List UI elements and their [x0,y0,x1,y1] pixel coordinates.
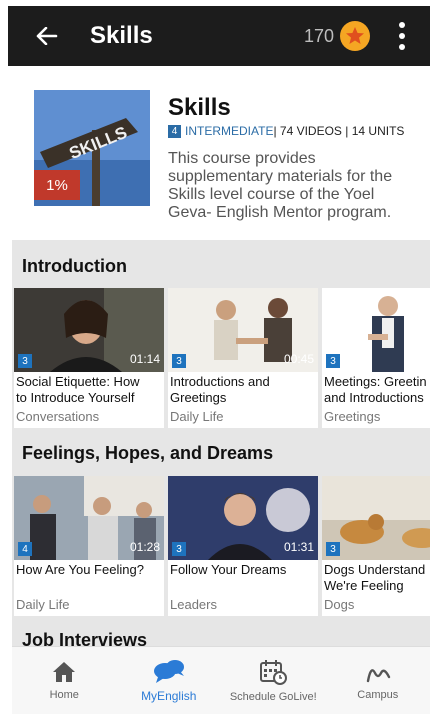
more-vertical-icon[interactable] [392,19,412,53]
video-row: 4 01:28 How Are You Feeling? Daily Life … [14,476,430,616]
video-category: Dogs [324,597,355,612]
level-badge: 3 [326,542,340,556]
course-description: This course provides supplementary mater… [168,150,393,221]
section-title: Job Interviews [22,630,148,646]
course-thumbnail[interactable]: SKILLS 1% [34,90,150,206]
back-arrow-icon[interactable] [32,21,62,51]
course-progress-badge: 1% [34,170,80,200]
chat-bubbles-icon [153,659,184,683]
nav-label: Schedule GoLive! [229,690,317,703]
star-coin-icon[interactable] [340,21,370,51]
video-duration: 00:45 [283,352,314,366]
calendar-clock-icon [260,659,288,685]
video-row: 3 01:14 Social Etiquette: How to Introduc… [14,288,430,428]
video-title: Social Etiquette: How to Introduce Yourse… [16,374,140,405]
nav-label: Home [49,688,79,701]
level-badge: 4 [168,124,181,138]
video-title: Meetings: Greetin and Introductions [324,374,427,405]
course-counts: | 74 VIDEOS | 14 UNITS [273,124,405,138]
level-badge: 3 [172,542,186,556]
home-icon [53,661,76,682]
nav-label: MyEnglish [141,688,197,703]
app-frame: Skills 170 SKILLS 1% Skills 4 INTERMEDIA… [0,0,430,714]
course-title: Skills [168,94,231,121]
level-badge: 3 [326,354,340,368]
points-count: 170 [303,25,334,46]
level-badge: 3 [172,354,186,368]
video-card[interactable]: 3 Dogs Understand We're Feeling Dogs [322,476,430,616]
top-app-bar: Skills 170 [8,6,430,66]
video-title: Follow Your Dreams [170,562,287,577]
video-title: How Are You Feeling? [16,562,144,577]
video-duration: 01:14 [129,352,160,366]
level-badge: 3 [18,354,32,368]
video-card[interactable]: 4 01:28 How Are You Feeling? Daily Life [14,476,164,616]
nav-campus[interactable]: Campus [326,647,430,714]
nav-label: Campus [357,688,399,701]
video-category: Daily Life [170,409,224,424]
nav-schedule-golive[interactable]: Schedule GoLive! [221,647,326,714]
section-title: Introduction [22,256,127,276]
video-duration: 01:28 [129,540,160,554]
video-category: Leaders [170,597,217,612]
video-card[interactable]: 3 01:31 Follow Your Dreams Leaders [168,476,318,616]
video-category: Greetings [324,409,381,424]
nav-myenglish[interactable]: MyEnglish [117,647,222,714]
video-card[interactable]: 3 00:45 Introductions and Greetings Daily… [168,288,318,428]
video-duration: 01:31 [283,540,314,554]
level-name: INTERMEDIATE [185,124,274,138]
section-title: Feelings, Hopes, and Dreams [22,443,274,463]
page-title: Skills [90,22,153,49]
video-card[interactable]: 3 Meetings: Greetin and Introductions Gre… [322,288,430,428]
course-meta: 4 INTERMEDIATE | 74 VIDEOS | 14 UNITS [168,124,404,138]
video-title: Dogs Understand We're Feeling [324,562,426,593]
course-header: SKILLS 1% Skills 4 INTERMEDIATE | 74 VID… [12,68,430,240]
bottom-navigation: Home MyEnglish Schedule GoLive! Campus [12,646,430,714]
video-card[interactable]: 3 01:14 Social Etiquette: How to Introduc… [14,288,164,428]
video-category: Conversations [16,409,100,424]
video-title: Introductions and Greetings [170,374,270,405]
campus-icon [366,668,390,682]
sections-container: Introduction 3 01:14 Social Etiquette: H… [12,240,430,646]
nav-home[interactable]: Home [12,647,117,714]
video-category: Daily Life [16,597,70,612]
level-badge: 4 [18,542,32,556]
